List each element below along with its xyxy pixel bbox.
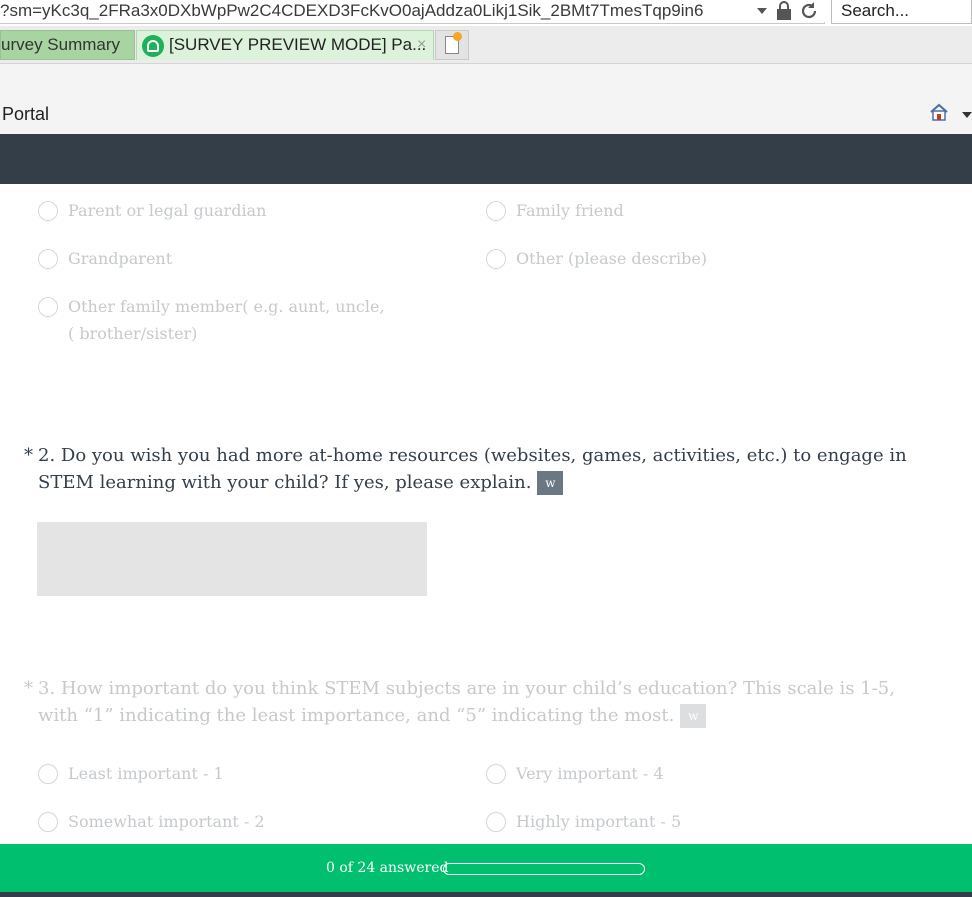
url-tools	[749, 0, 825, 22]
option-label: Grandparent	[68, 249, 173, 268]
browser-search-field[interactable]: Search...	[831, 0, 972, 24]
url-dropdown-icon[interactable]	[757, 8, 767, 14]
question-3-text: 3. How important do you think STEM subje…	[38, 678, 895, 726]
radio-other-describe[interactable]	[486, 249, 506, 269]
question-2-text: 2. Do you wish you had more at-home reso…	[38, 445, 907, 493]
option-label-line1: Other family member( e.g. aunt, uncle,	[68, 297, 385, 316]
radio-family-friend[interactable]	[486, 201, 506, 221]
favorites-bar: Portal	[0, 64, 972, 134]
tab-title: [SURVEY PREVIEW MODE] Pa...	[169, 35, 427, 54]
home-icon[interactable]	[929, 102, 949, 122]
question-3-text-block: 3. How important do you think STEM subje…	[38, 675, 918, 729]
new-tab-button[interactable]	[435, 30, 469, 60]
question-2-text-block: 2. Do you wish you had more at-home reso…	[38, 442, 938, 496]
tab-survey-preview[interactable]: [SURVEY PREVIEW MODE] Pa... ×	[136, 30, 434, 60]
option-label: Least important - 1	[68, 764, 224, 783]
lock-icon	[777, 1, 791, 20]
option-label: Family friend	[516, 201, 624, 220]
favorite-portal-link[interactable]: Portal	[2, 104, 49, 125]
new-tab-star-icon	[453, 32, 462, 41]
progress-text: 0 of 24 answered	[326, 860, 449, 876]
option-label: Very important - 4	[516, 764, 664, 783]
radio-somewhat-important[interactable]	[38, 812, 58, 832]
home-dropdown-icon[interactable]	[962, 112, 972, 118]
radio-parent[interactable]	[38, 201, 58, 221]
required-marker: *	[24, 678, 33, 699]
tab-bar: urvey Summary [SURVEY PREVIEW MODE] Pa..…	[0, 26, 972, 64]
option-label: Parent or legal guardian	[68, 201, 267, 220]
required-marker: *	[24, 445, 33, 466]
option-label-line2: ( brother/sister)	[68, 324, 198, 343]
progress-track	[443, 863, 645, 875]
option-label: Highly important - 5	[516, 812, 682, 831]
radio-least-important[interactable]	[38, 764, 58, 784]
option-label: Somewhat important - 2	[68, 812, 265, 831]
question-2-badge: w	[537, 471, 564, 495]
radio-grandparent[interactable]	[38, 249, 58, 269]
radio-highly-important[interactable]	[486, 812, 506, 832]
question-2-answer-textarea[interactable]	[37, 522, 427, 596]
surveymonkey-favicon-icon	[142, 35, 164, 57]
footer-band	[0, 892, 972, 897]
tab-survey-summary[interactable]: urvey Summary	[0, 30, 135, 60]
option-label: Other (please describe)	[516, 249, 708, 268]
refresh-icon[interactable]	[799, 1, 819, 21]
survey-header-band	[0, 134, 972, 184]
address-bar: ?sm=yKc3q_2FRa3x0DXbWpPw2C4CDEXD3FcKvO0a…	[0, 0, 972, 24]
url-field[interactable]: ?sm=yKc3q_2FRa3x0DXbWpPw2C4CDEXD3FcKvO0a…	[0, 0, 825, 24]
radio-other-family-member[interactable]	[38, 297, 58, 317]
progress-footer: 0 of 24 answered	[0, 844, 972, 892]
radio-very-important[interactable]	[486, 764, 506, 784]
tab-close-icon[interactable]: ×	[417, 31, 426, 59]
question-3-badge: w	[680, 704, 707, 728]
